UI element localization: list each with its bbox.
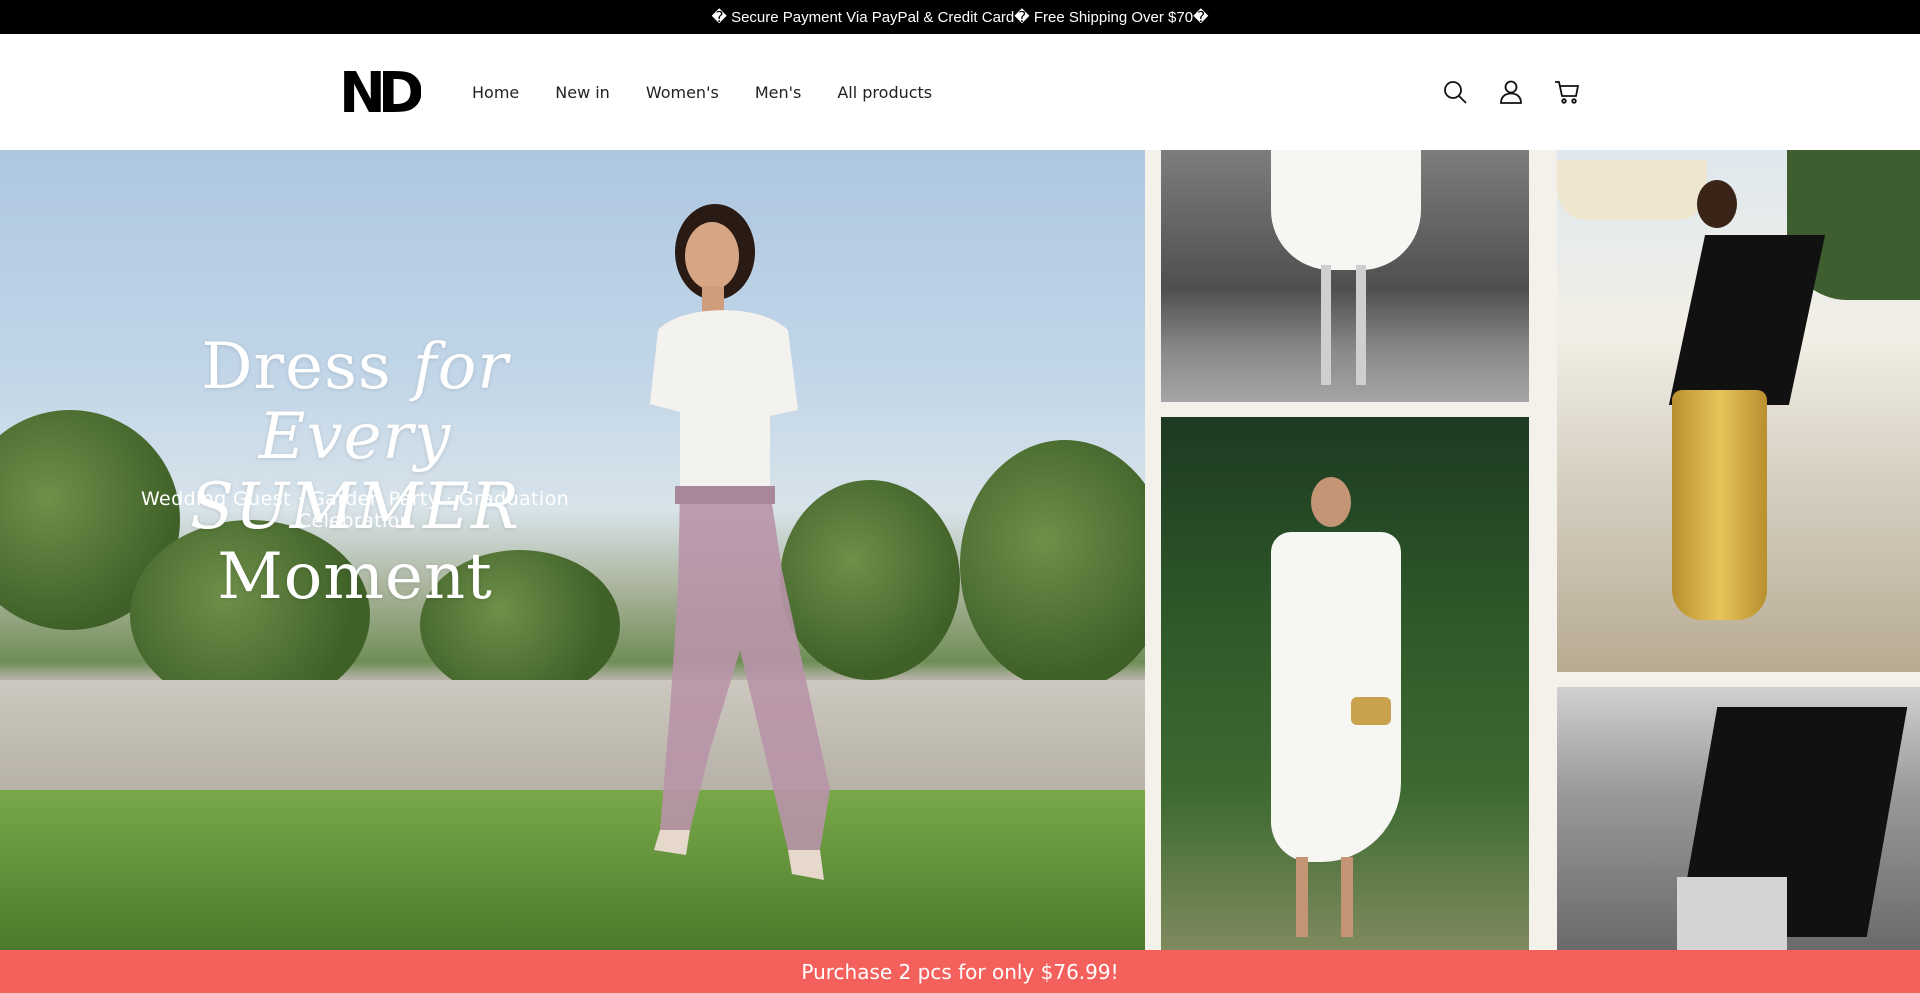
site-header: ND Home New in Women's Men's All product…: [0, 34, 1920, 150]
hero-title: Dress for Every SUMMER Moment: [95, 332, 615, 612]
nav-womens[interactable]: Women's: [646, 83, 719, 102]
nav-new-in[interactable]: New in: [555, 83, 610, 102]
hero-collage-middle: [1145, 150, 1555, 950]
hero-main-image: Dress for Every SUMMER Moment Wedding Gu…: [0, 150, 1145, 950]
header-actions: [1442, 77, 1580, 107]
hero-collage-right: [1555, 150, 1920, 950]
nav-mens[interactable]: Men's: [755, 83, 802, 102]
account-button[interactable]: [1498, 79, 1524, 105]
hero-title-moment: Moment: [217, 540, 493, 614]
brand-logo[interactable]: ND: [339, 64, 421, 118]
promo-text: Purchase 2 pcs for only $76.99!: [801, 959, 1119, 984]
collage-photo-gold-pants: [1557, 150, 1920, 672]
promo-bar[interactable]: Purchase 2 pcs for only $76.99!: [0, 950, 1920, 993]
hero-banner[interactable]: Dress for Every SUMMER Moment Wedding Gu…: [0, 150, 1920, 950]
account-icon: [1500, 80, 1522, 104]
search-button[interactable]: [1442, 79, 1468, 105]
hero-title-line-1: Dress for Every: [95, 332, 615, 472]
lawn: [0, 790, 1145, 950]
hero-subtitle: Wedding Guest · Garden Party · Graduatio…: [140, 488, 570, 532]
hero-title-word-dress: Dress: [201, 330, 392, 404]
cart-icon: [1555, 81, 1580, 104]
brand-logo-text: ND: [339, 64, 421, 118]
garden-wall: [0, 680, 1145, 790]
hero-model-figure: [650, 204, 830, 880]
collage-photo-gold-pants-bw: [1557, 687, 1920, 950]
collage-photo-white-dress: [1161, 417, 1529, 950]
nav-all-products[interactable]: All products: [837, 83, 932, 102]
announcement-bar: � Secure Payment Via PayPal & Credit Car…: [0, 0, 1920, 34]
search-icon: [1444, 81, 1467, 104]
collage-photo-white-dress-bw: [1161, 150, 1529, 402]
nav-home[interactable]: Home: [472, 83, 519, 102]
cart-button[interactable]: [1554, 79, 1580, 105]
main-nav: Home New in Women's Men's All products: [472, 34, 968, 150]
announcement-text: � Secure Payment Via PayPal & Credit Car…: [711, 9, 1209, 26]
